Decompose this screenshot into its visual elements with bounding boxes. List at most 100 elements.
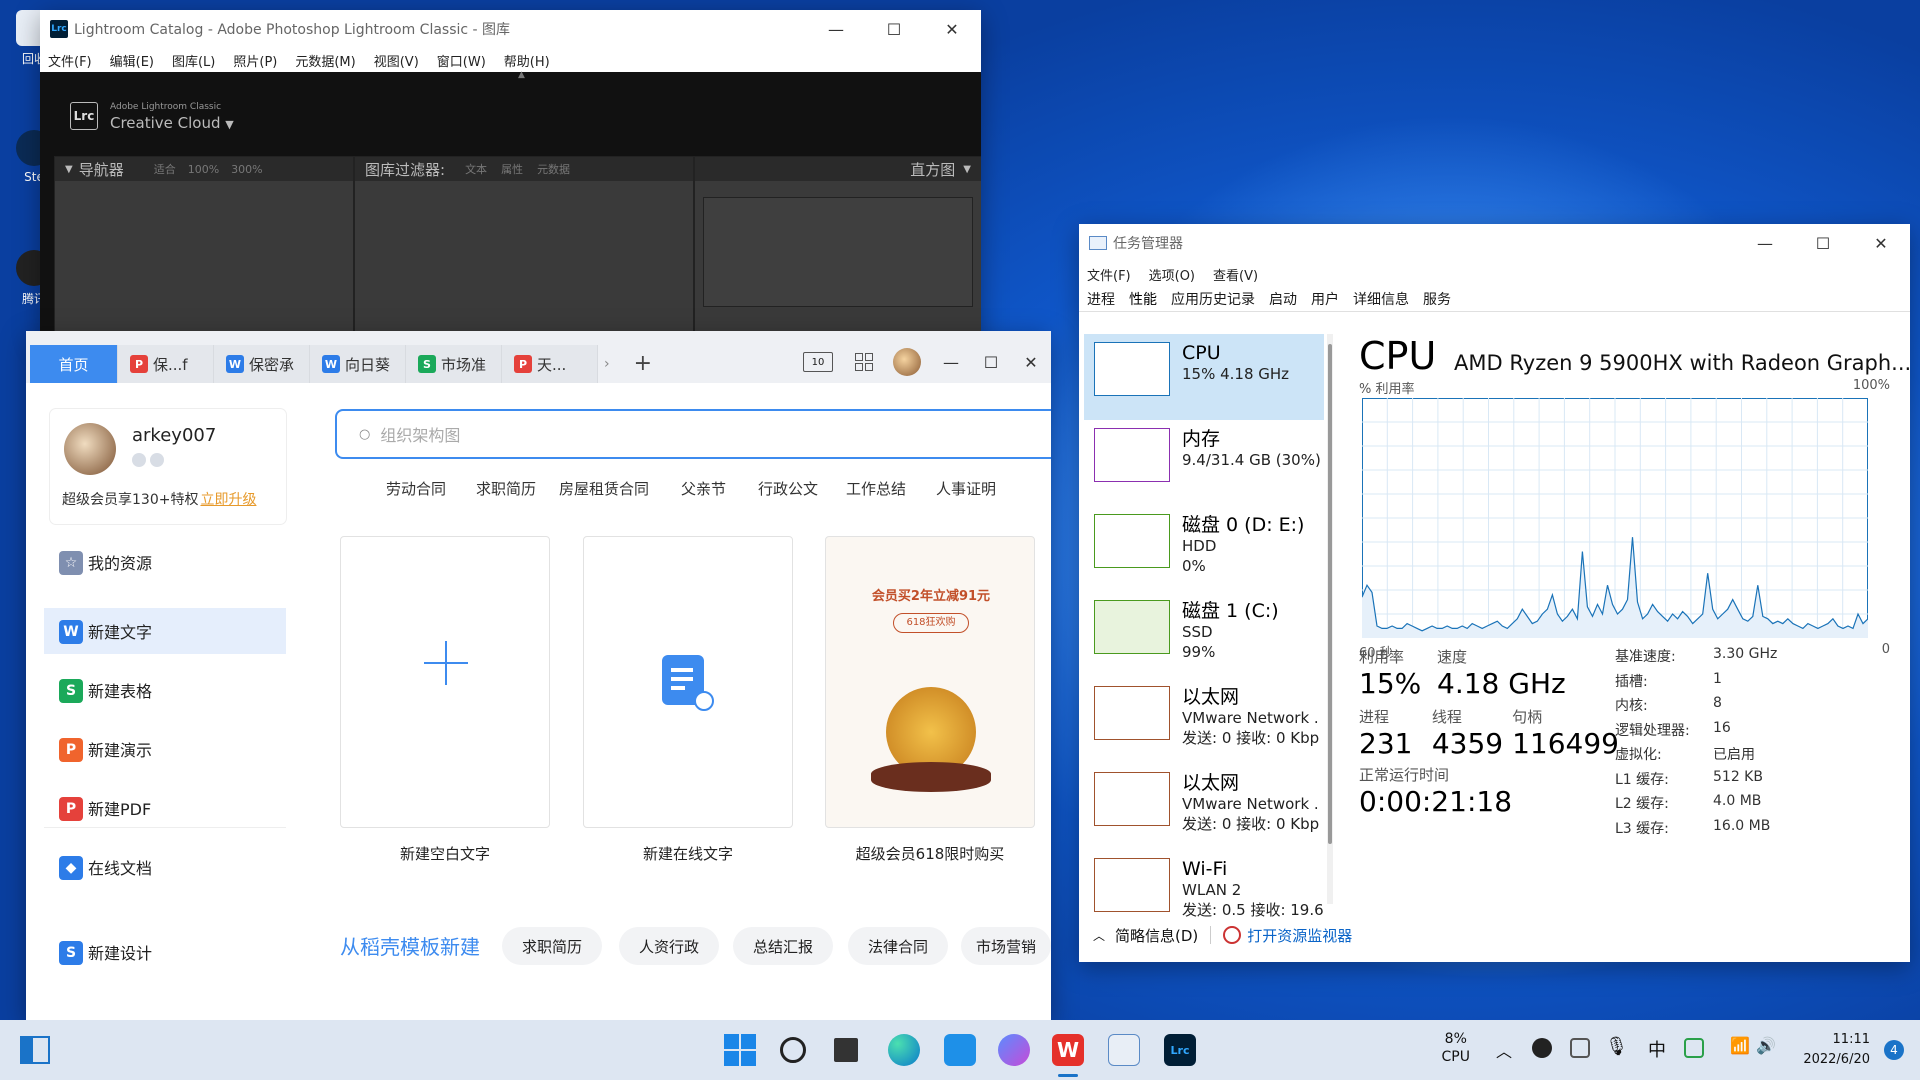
- lightroom-titlebar[interactable]: Lrc Lightroom Catalog - Adobe Photoshop …: [40, 10, 981, 48]
- task-view-icon[interactable]: [834, 1038, 858, 1062]
- edge-icon[interactable]: [888, 1034, 920, 1066]
- menu-item[interactable]: 查看(V): [1213, 265, 1258, 284]
- close-button[interactable]: ✕: [923, 10, 981, 48]
- template-tag[interactable]: 求职简历: [502, 927, 602, 965]
- avatar[interactable]: [893, 348, 921, 376]
- resource-item[interactable]: 以太网 VMware Network . 发送: 0 接收: 0 Kbp: [1084, 678, 1324, 764]
- template-tag[interactable]: 市场营销: [961, 927, 1051, 965]
- minimize-button[interactable]: —: [931, 343, 971, 381]
- resource-item[interactable]: 以太网 VMware Network . 发送: 0 接收: 0 Kbp: [1084, 764, 1324, 850]
- sidebar-item[interactable]: ◆ 在线文档: [44, 844, 286, 890]
- menu-item[interactable]: 图库(L): [172, 51, 215, 70]
- tray-app-icon[interactable]: [1532, 1038, 1552, 1058]
- hot-keyword[interactable]: 求职简历: [476, 478, 536, 499]
- menu-item[interactable]: 视图(V): [374, 51, 419, 70]
- chevron-up-icon[interactable]: ︿: [1496, 1038, 1512, 1062]
- resource-item[interactable]: 内存 9.4/31.4 GB (30%): [1084, 420, 1324, 506]
- nav-fit[interactable]: 适合: [154, 161, 176, 177]
- doc-tab[interactable]: S 市场准: [406, 345, 502, 383]
- doc-tab[interactable]: P 保...f: [118, 345, 214, 383]
- hot-keyword[interactable]: 父亲节: [681, 478, 726, 499]
- wps-office-window[interactable]: 首页 P 保...f W 保密承 W 向日葵 S 市场准 P 天... › + 10 — ☐ ✕ a…: [26, 331, 1051, 1021]
- wps-taskbar-icon[interactable]: W: [1052, 1034, 1084, 1066]
- hot-keyword[interactable]: 人事证明: [936, 478, 996, 499]
- template-tag[interactable]: 法律合同: [848, 927, 948, 965]
- tab-1[interactable]: 性能: [1129, 289, 1157, 309]
- doc-tab[interactable]: W 保密承: [214, 345, 310, 383]
- new-online-doc-card[interactable]: [583, 536, 793, 828]
- resource-list-scrollbar[interactable]: [1327, 334, 1333, 904]
- collapse-top-panel-icon[interactable]: ▲: [518, 70, 525, 80]
- sidebar-item[interactable]: ☆ 我的资源: [44, 539, 286, 585]
- close-button[interactable]: ✕: [1852, 224, 1910, 262]
- triangle-icon[interactable]: ▼: [65, 164, 73, 175]
- sidebar-item[interactable]: P 新建PDF: [44, 785, 286, 831]
- menu-item[interactable]: 文件(F): [1087, 265, 1131, 284]
- new-tab-button[interactable]: +: [634, 351, 652, 376]
- task-manager-window[interactable]: 任务管理器 — ☐ ✕ 文件(F) 选项(O) 查看(V) 进程 性能 应用历史记录 启动…: [1079, 224, 1910, 962]
- tab-5[interactable]: 详细信息: [1353, 289, 1409, 309]
- close-button[interactable]: ✕: [1011, 343, 1051, 381]
- lightroom-window[interactable]: Lrc Lightroom Catalog - Adobe Photoshop …: [40, 10, 981, 340]
- start-button[interactable]: [724, 1034, 756, 1066]
- filter-text-tab[interactable]: 文本: [465, 161, 487, 177]
- grid-icon[interactable]: [855, 353, 873, 371]
- menu-item[interactable]: 帮助(H): [504, 51, 550, 70]
- menu-item[interactable]: 编辑(E): [110, 51, 154, 70]
- upgrade-link[interactable]: 立即升级: [200, 492, 256, 508]
- triangle-icon[interactable]: ▼: [963, 164, 971, 175]
- maximize-button[interactable]: ☐: [1794, 224, 1852, 262]
- sunlogin-icon[interactable]: [998, 1034, 1030, 1066]
- feishu-icon[interactable]: [944, 1034, 976, 1066]
- template-tag[interactable]: 总结汇报: [733, 927, 833, 965]
- search-icon[interactable]: [780, 1037, 806, 1063]
- sidebar-item[interactable]: W 新建文字: [44, 608, 286, 654]
- tab-3[interactable]: 启动: [1269, 289, 1297, 309]
- lightroom-taskbar-icon[interactable]: Lrc: [1164, 1034, 1196, 1066]
- menu-item[interactable]: 窗口(W): [437, 51, 486, 70]
- volume-icon[interactable]: 🔊: [1756, 1036, 1776, 1055]
- doc-tab[interactable]: 首页: [30, 345, 118, 383]
- sidebar-item[interactable]: P 新建演示: [44, 726, 286, 772]
- clock[interactable]: 11:11 2022/6/20: [1803, 1030, 1870, 1070]
- task-manager-taskbar-icon[interactable]: [1108, 1034, 1140, 1066]
- hot-keyword[interactable]: 房屋租赁合同: [559, 478, 649, 499]
- hot-keyword[interactable]: 工作总结: [846, 478, 906, 499]
- open-resource-monitor-link[interactable]: 打开资源监视器: [1247, 925, 1352, 946]
- resource-item[interactable]: 磁盘 1 (C:) SSD 99%: [1084, 592, 1324, 678]
- wifi-icon[interactable]: 📶: [1730, 1036, 1750, 1055]
- menu-item[interactable]: 文件(F): [48, 51, 92, 70]
- doc-tab[interactable]: W 向日葵: [310, 345, 406, 383]
- tab-2[interactable]: 应用历史记录: [1171, 289, 1255, 309]
- menu-item[interactable]: 照片(P): [233, 51, 277, 70]
- task-manager-titlebar[interactable]: 任务管理器 — ☐ ✕: [1079, 224, 1910, 262]
- ime-icon[interactable]: 中: [1648, 1036, 1666, 1062]
- avatar[interactable]: [64, 423, 116, 475]
- widgets-icon[interactable]: [20, 1036, 50, 1064]
- menu-item[interactable]: 元数据(M): [295, 51, 355, 70]
- maximize-button[interactable]: ☐: [865, 10, 923, 48]
- sidebar-item[interactable]: S 新建表格: [44, 667, 286, 713]
- hot-keyword[interactable]: 劳动合同: [386, 478, 446, 499]
- promo-card[interactable]: 会员买2年立减91元 618狂欢购: [825, 536, 1035, 828]
- doc-tab[interactable]: P 天...: [502, 345, 598, 383]
- brief-info-button[interactable]: 简略信息(D): [1115, 925, 1198, 946]
- tab-count-icon[interactable]: 10: [803, 352, 833, 372]
- filter-metadata-tab[interactable]: 元数据: [537, 161, 570, 177]
- template-tag[interactable]: 人资行政: [619, 927, 719, 965]
- tab-0[interactable]: 进程: [1087, 289, 1115, 309]
- wps-tray-icon[interactable]: [1684, 1038, 1704, 1058]
- nav-100[interactable]: 100%: [188, 163, 219, 176]
- menu-item[interactable]: 选项(O): [1149, 265, 1195, 284]
- template-search-input[interactable]: ○ 组织架构图: [335, 409, 1051, 459]
- maximize-button[interactable]: ☐: [971, 343, 1011, 381]
- cpu-tray-meter[interactable]: 8% CPU: [1442, 1030, 1470, 1066]
- sidebar-item[interactable]: S 新建设计: [44, 929, 286, 975]
- microphone-icon[interactable]: 🎙: [1605, 1036, 1628, 1057]
- filter-attribute-tab[interactable]: 属性: [501, 161, 523, 177]
- vpn-icon[interactable]: [1570, 1038, 1590, 1058]
- minimize-button[interactable]: —: [1736, 224, 1794, 262]
- hot-keyword[interactable]: 行政公文: [758, 478, 818, 499]
- tab-6[interactable]: 服务: [1423, 289, 1451, 309]
- identity-plate[interactable]: Creative Cloud ▼: [110, 114, 234, 132]
